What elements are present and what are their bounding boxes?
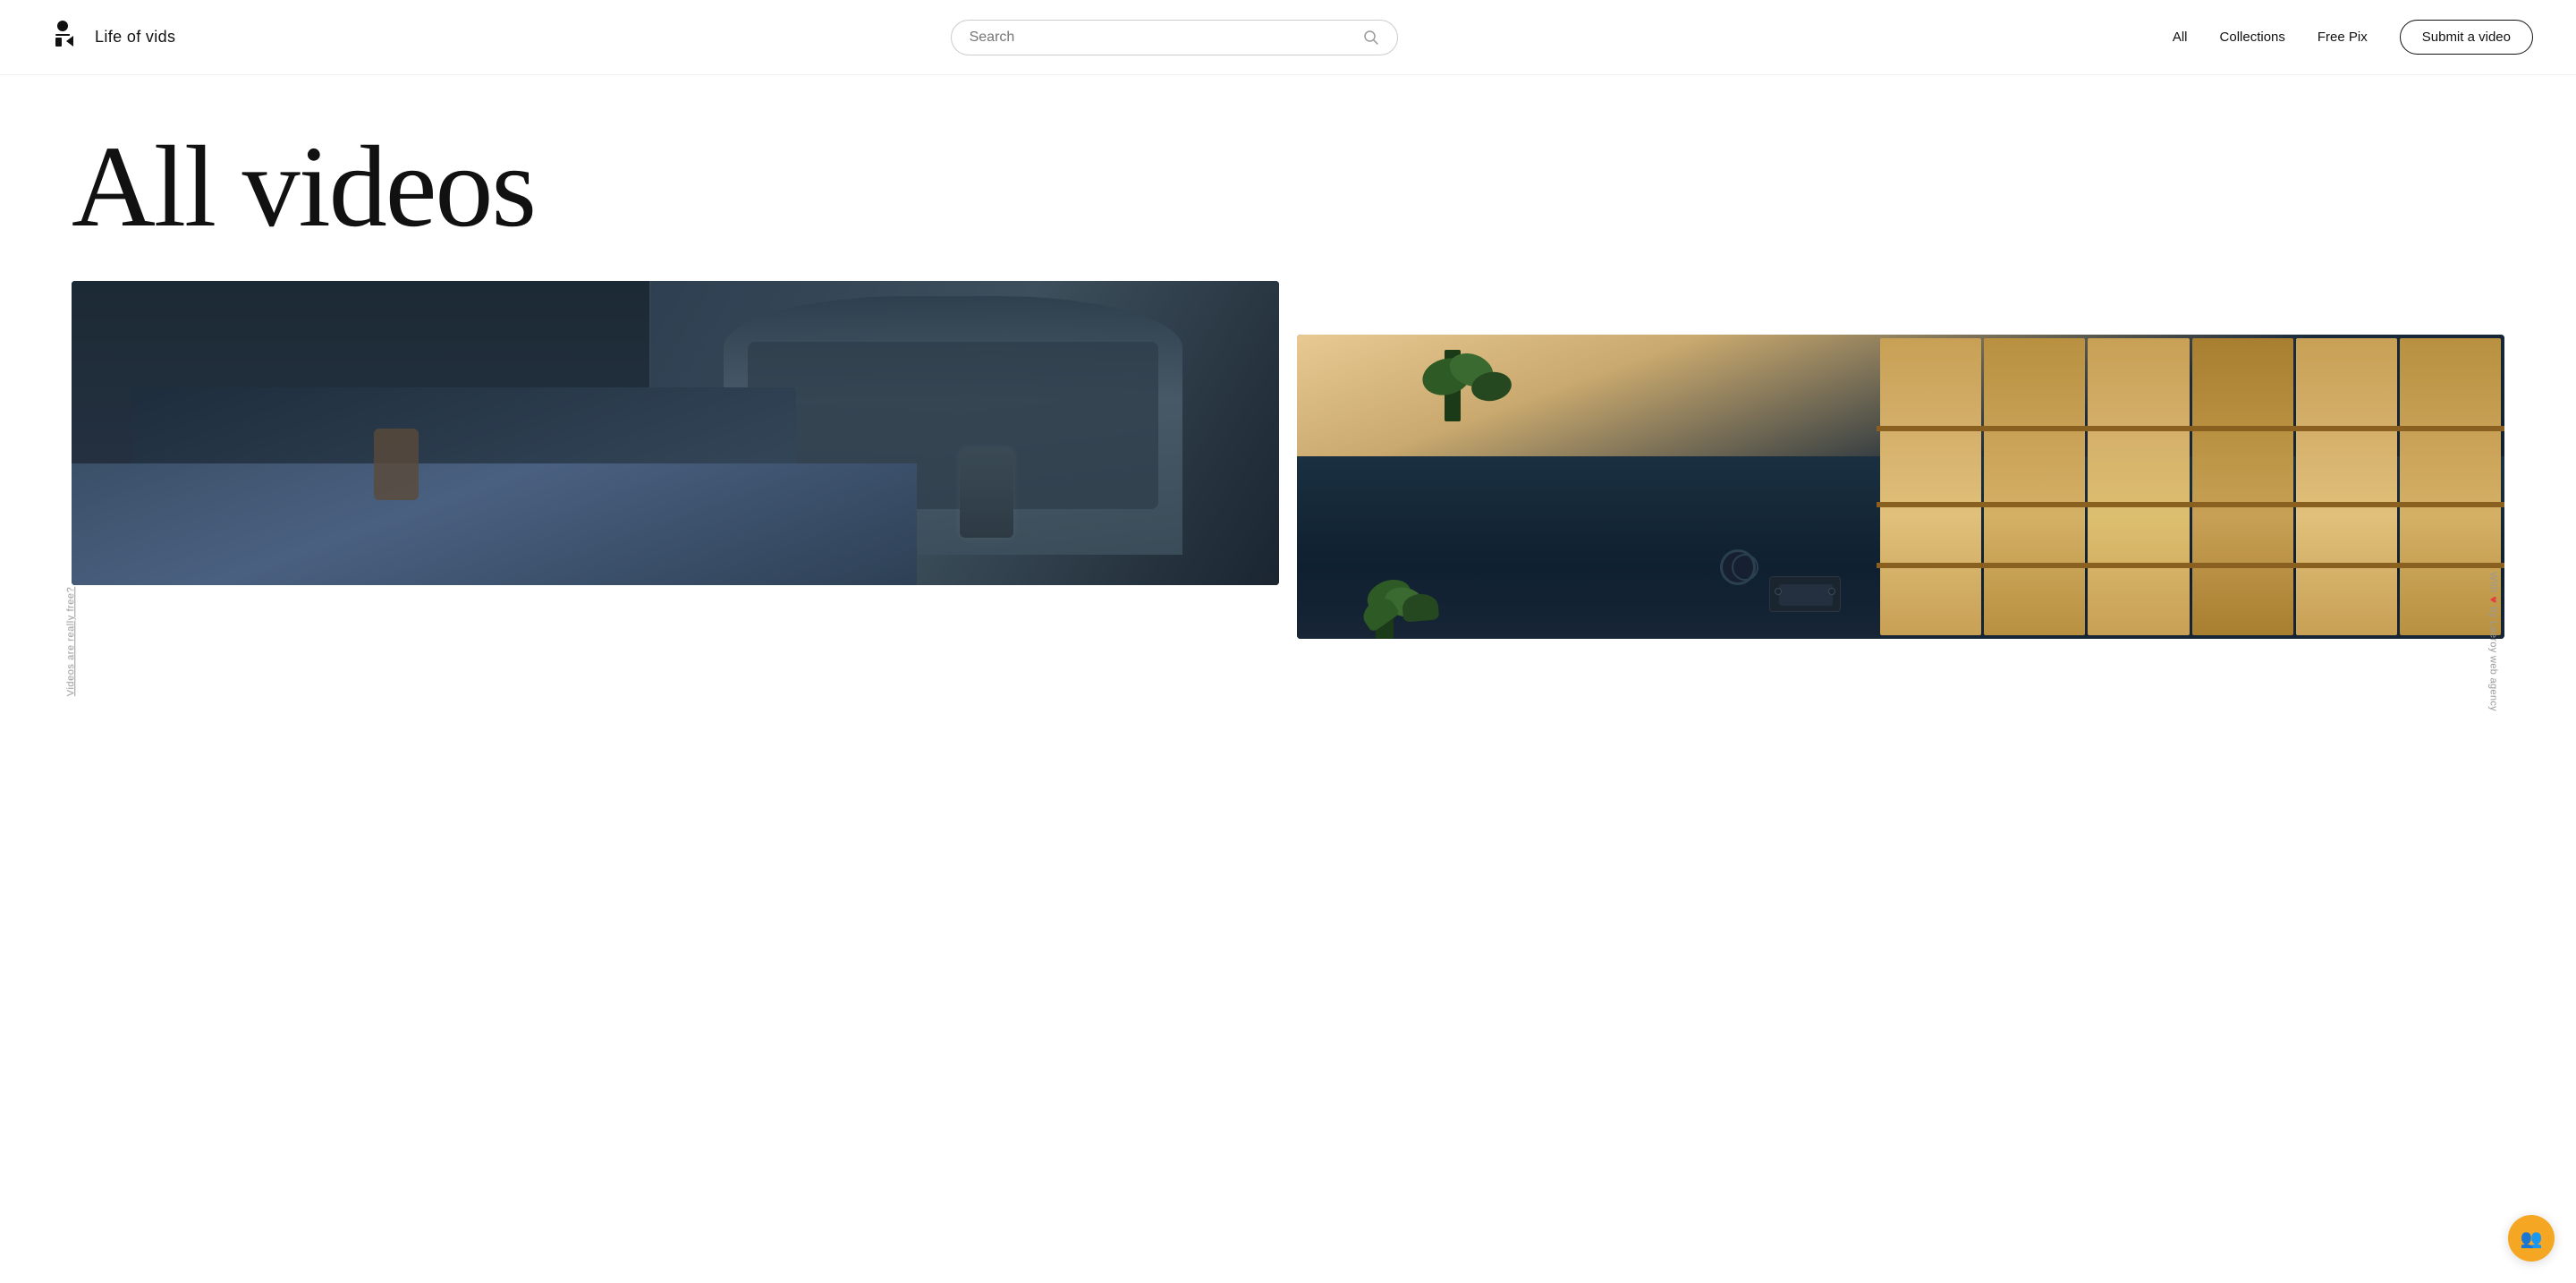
video-card-2[interactable] (1297, 335, 2504, 639)
side-label-left-text: Videos are really free? (65, 587, 76, 697)
logo-icon (43, 18, 82, 57)
nav-links: All Collections Free Pix Submit a video (2173, 20, 2533, 55)
video-grid (0, 281, 2576, 692)
logo-text: Life of vids (95, 28, 175, 47)
chat-widget[interactable]: 👥 (2508, 1215, 2555, 1262)
side-label-right: With ♥ by Leeroy web agency (2487, 572, 2500, 711)
search-input[interactable] (970, 30, 1354, 46)
hero-section: All videos (0, 75, 2576, 281)
hero-title-light: videos (215, 123, 535, 251)
nav-free-pix[interactable]: Free Pix (2318, 30, 2368, 45)
heart-icon: ♥ (2487, 596, 2500, 603)
side-label-left: Videos are really free? (65, 587, 76, 697)
nav-collections[interactable]: Collections (2220, 30, 2285, 45)
video-card-1[interactable] (72, 281, 1279, 585)
hero-title-dark: All (72, 123, 215, 251)
side-label-right-suffix: by Leeroy web agency (2488, 607, 2499, 711)
search-icon (1363, 30, 1379, 46)
search-bar (951, 20, 1398, 55)
video-thumbnail-2 (1297, 335, 2504, 639)
submit-video-button[interactable]: Submit a video (2400, 20, 2533, 55)
nav-all[interactable]: All (2173, 30, 2188, 45)
video-thumbnail-1 (72, 281, 1279, 585)
logo-link[interactable]: Life of vids (43, 18, 175, 57)
header: Life of vids All Collections Free Pix Su… (0, 0, 2576, 75)
chat-icon: 👥 (2521, 1228, 2543, 1250)
side-label-right-prefix: With (2488, 572, 2499, 592)
hero-title: All videos (72, 129, 2522, 245)
